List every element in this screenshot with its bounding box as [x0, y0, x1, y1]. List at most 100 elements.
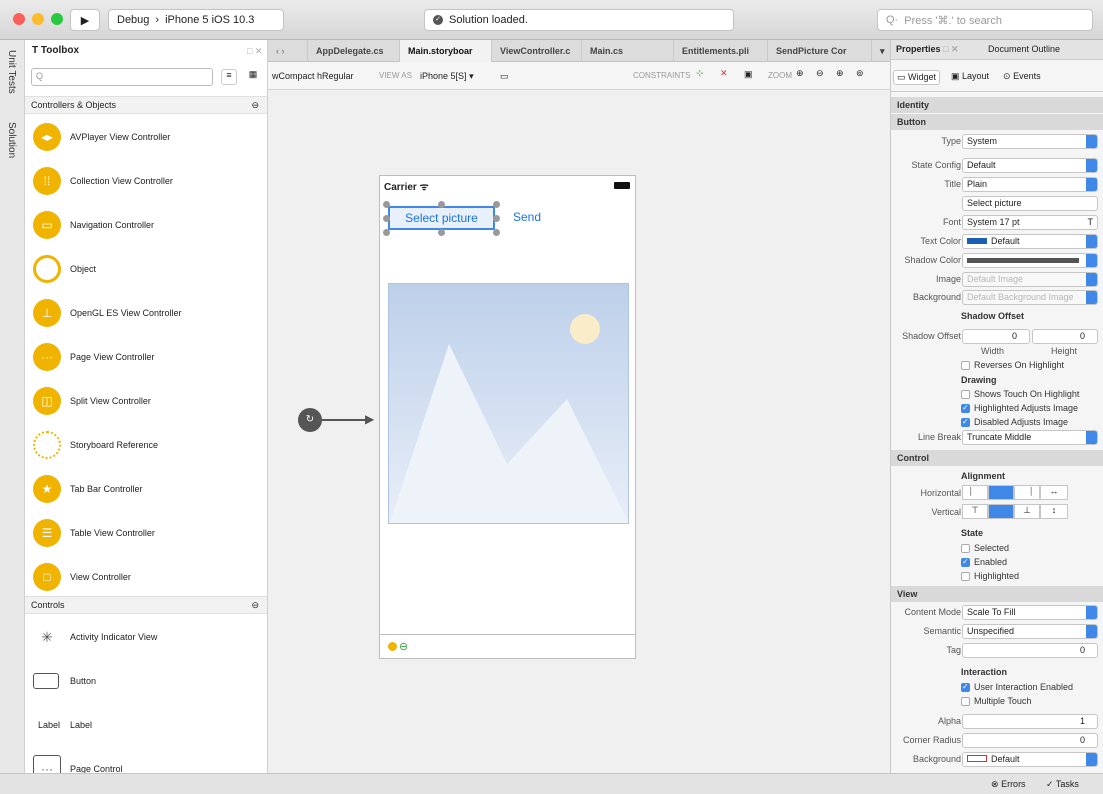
unit-tests-pad-tab[interactable]: Unit Tests: [6, 50, 17, 94]
align-top-icon[interactable]: ⊤: [962, 504, 988, 519]
shows-touch-checkbox[interactable]: Shows Touch On Highlight: [961, 389, 1079, 399]
global-search-input[interactable]: Q· Press '⌘.' to search: [877, 9, 1093, 31]
highlighted-adjusts-checkbox[interactable]: Highlighted Adjusts Image: [961, 403, 1078, 413]
toolbox-search-input[interactable]: Q: [31, 68, 213, 86]
update-frame-icon[interactable]: ▣: [744, 69, 753, 80]
send-button[interactable]: Send: [513, 210, 541, 224]
pad-close-icon[interactable]: □ ✕: [247, 46, 262, 57]
add-constraints-icon[interactable]: ⊹: [696, 68, 704, 79]
tab-nav-arrows[interactable]: ‹ ›: [268, 40, 308, 62]
run-button[interactable]: ▶: [70, 9, 100, 31]
subtab-widget[interactable]: ▭ Widget: [893, 70, 941, 85]
minimize-window-button[interactable]: [32, 13, 44, 25]
title-style-select[interactable]: Plain: [962, 177, 1098, 192]
align-middle-icon[interactable]: [988, 504, 1014, 519]
entry-point-icon[interactable]: ↻: [298, 408, 322, 432]
grid-view-icon[interactable]: ▦: [245, 69, 261, 85]
selected-checkbox[interactable]: Selected: [961, 543, 1009, 553]
resize-handle[interactable]: [438, 201, 445, 208]
device-selector[interactable]: iPhone 5[S] ▾: [420, 71, 474, 82]
align-left-icon[interactable]: ⎸: [962, 485, 988, 500]
content-mode-select[interactable]: Scale To Fill: [962, 605, 1098, 620]
resize-handle[interactable]: [383, 201, 390, 208]
view-section[interactable]: View: [891, 586, 1103, 602]
button-section[interactable]: Button: [891, 114, 1103, 130]
tab-viewcontroller[interactable]: ViewController.c: [492, 40, 582, 62]
zoom-actual-icon[interactable]: ⊚: [856, 68, 864, 79]
state-config-select[interactable]: Default: [962, 158, 1098, 173]
alpha-input[interactable]: 1: [962, 714, 1098, 729]
user-interaction-checkbox[interactable]: User Interaction Enabled: [961, 682, 1073, 692]
toolbox-item-page[interactable]: ··· Page View Controller: [25, 335, 267, 379]
resize-handle[interactable]: [438, 229, 445, 236]
text-color-select[interactable]: Default: [962, 234, 1098, 249]
zoom-out-icon[interactable]: ⊖: [816, 68, 824, 79]
identity-section[interactable]: Identity: [891, 97, 1103, 113]
shadow-width-input[interactable]: 0: [962, 329, 1030, 344]
resize-handle[interactable]: [383, 229, 390, 236]
type-select[interactable]: System: [962, 134, 1098, 149]
enabled-checkbox[interactable]: Enabled: [961, 557, 1007, 567]
toolbox-item-button[interactable]: Button: [25, 659, 267, 703]
disabled-adjusts-checkbox[interactable]: Disabled Adjusts Image: [961, 417, 1068, 427]
solution-pad-tab[interactable]: Solution: [6, 122, 17, 158]
reverses-checkbox[interactable]: Reverses On Highlight: [961, 360, 1064, 370]
toolbox-item-label[interactable]: Label Label: [25, 703, 267, 747]
shadow-height-input[interactable]: 0: [1032, 329, 1098, 344]
background-image-select[interactable]: Default Background Image: [962, 290, 1098, 305]
toolbox-item-object[interactable]: Object: [25, 247, 267, 291]
line-break-select[interactable]: Truncate Middle: [962, 430, 1098, 445]
tag-input[interactable]: 0: [962, 643, 1098, 658]
align-right-icon[interactable]: ⎹: [1014, 485, 1040, 500]
tab-main-cs[interactable]: Main.cs: [582, 40, 674, 62]
remove-constraints-icon[interactable]: ✕: [720, 68, 728, 79]
corner-radius-input[interactable]: 0: [962, 733, 1098, 748]
tab-document-outline[interactable]: Document Outline: [988, 44, 1060, 54]
zoom-window-button[interactable]: [51, 13, 63, 25]
toolbox-item-opengl[interactable]: ⊥ OpenGL ES View Controller: [25, 291, 267, 335]
resize-handle[interactable]: [493, 215, 500, 222]
toolbox-item-storyboard-reference[interactable]: Storyboard Reference: [25, 423, 267, 467]
zoom-fit-icon[interactable]: ⊕: [796, 68, 804, 79]
toolbox-item-view-controller[interactable]: □ View Controller: [25, 555, 267, 599]
resize-handle[interactable]: [493, 201, 500, 208]
toolbox-item-collection[interactable]: ⁞⁞ Collection View Controller: [25, 159, 267, 203]
close-window-button[interactable]: [13, 13, 25, 25]
zoom-in-icon[interactable]: ⊕: [836, 68, 844, 79]
tab-sendpicture[interactable]: SendPicture Cor: [768, 40, 872, 62]
align-fill-icon[interactable]: ↔: [1040, 485, 1068, 500]
tab-appdelegate[interactable]: AppDelegate.cs: [308, 40, 400, 62]
background-color-select[interactable]: Default: [962, 752, 1098, 767]
align-center-icon[interactable]: [988, 485, 1014, 500]
toolbox-item-activity-indicator[interactable]: ✳ Activity Indicator View: [25, 615, 267, 659]
errors-button[interactable]: ⊗ Errors: [991, 779, 1026, 790]
toolbox-item-avplayer[interactable]: ◂▸ AVPlayer View Controller: [25, 115, 267, 159]
size-class-selector[interactable]: wCompact hRegular: [272, 71, 354, 81]
orientation-icon[interactable]: ▭: [500, 71, 509, 82]
resize-handle[interactable]: [383, 215, 390, 222]
font-field[interactable]: System 17 pt T: [962, 215, 1098, 230]
list-view-icon[interactable]: ≡: [221, 69, 237, 85]
chevron-down-icon[interactable]: ▾: [872, 40, 890, 62]
multiple-touch-checkbox[interactable]: Multiple Touch: [961, 696, 1031, 706]
semantic-select[interactable]: Unspecified: [962, 624, 1098, 639]
toolbox-item-navigation[interactable]: ▭ Navigation Controller: [25, 203, 267, 247]
align-fill-vertical-icon[interactable]: ↕: [1040, 504, 1068, 519]
highlighted-checkbox[interactable]: Highlighted: [961, 571, 1019, 581]
design-canvas[interactable]: ↻ ▶ Carrier ᯤ Select picture Send ⊖: [268, 90, 890, 773]
tab-properties[interactable]: Properties □ ✕: [896, 44, 959, 55]
section-controls[interactable]: Controls ⊖: [25, 596, 267, 614]
image-view[interactable]: [388, 283, 629, 524]
subtab-events[interactable]: ⊙ Events: [1003, 71, 1041, 82]
title-text-input[interactable]: Select picture: [962, 196, 1098, 211]
tasks-button[interactable]: ✓ Tasks: [1046, 779, 1079, 790]
shadow-color-select[interactable]: [962, 253, 1098, 268]
view-controller-dock-icon[interactable]: [388, 642, 397, 651]
view-controller-scene[interactable]: Carrier ᯤ Select picture Send ⊖: [379, 175, 636, 659]
subtab-layout[interactable]: ▣ Layout: [951, 71, 989, 82]
section-controllers[interactable]: Controllers & Objects ⊖: [25, 96, 267, 114]
scheme-selector[interactable]: Debug › iPhone 5 iOS 10.3: [108, 9, 284, 31]
tab-main-storyboard[interactable]: Main.storyboar: [400, 40, 492, 62]
tab-entitlements[interactable]: Entitlements.pli: [674, 40, 768, 62]
toolbox-item-split[interactable]: ◫ Split View Controller: [25, 379, 267, 423]
